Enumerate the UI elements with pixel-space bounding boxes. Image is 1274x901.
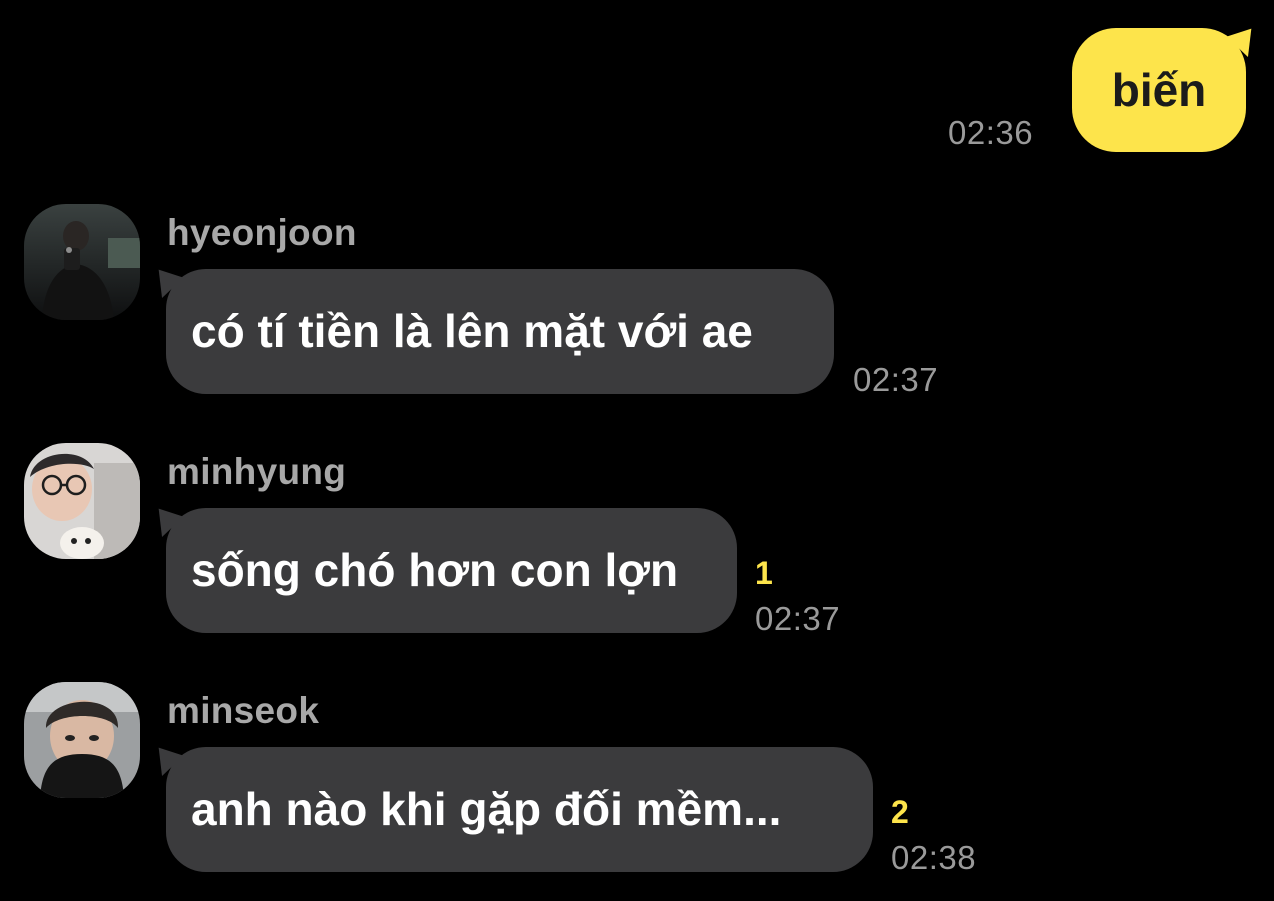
incoming-message-bubble[interactable]: có tí tiền là lên mặt với ae (150, 269, 834, 394)
avatar-photo-icon (24, 682, 140, 798)
avatar-photo-icon (24, 204, 140, 320)
sender-avatar[interactable] (24, 204, 140, 320)
sender-name: minhyung (167, 451, 347, 492)
chat-message-list[interactable]: biến 02:36 hyeonjoon có tí tiền là lên m… (0, 0, 1274, 901)
message-timestamp: 02:37 (853, 361, 939, 398)
sender-avatar[interactable] (24, 682, 140, 798)
message-text: có tí tiền là lên mặt với ae (191, 305, 753, 357)
unread-count-badge: 2 (891, 794, 909, 830)
message-text: biến (1111, 64, 1207, 116)
bubble-tail (150, 508, 184, 542)
bubble-tail (1226, 28, 1260, 62)
incoming-message-bubble[interactable]: sống chó hơn con lợn (150, 508, 737, 633)
message-text: anh nào khi gặp đối mềm... (191, 783, 782, 835)
message-timestamp: 02:37 (755, 600, 841, 637)
sender-name: hyeonjoon (167, 212, 357, 253)
unread-count-badge: 1 (755, 555, 773, 591)
sender-name: minseok (167, 690, 320, 731)
message-text: sống chó hơn con lợn (191, 544, 679, 596)
bubble-tail (150, 269, 184, 303)
incoming-message-bubble[interactable]: anh nào khi gặp đối mềm... (150, 747, 873, 872)
message-timestamp: 02:38 (891, 839, 977, 876)
outgoing-message-bubble[interactable]: biến (1072, 28, 1260, 152)
sender-avatar[interactable] (24, 443, 140, 559)
avatar-photo-icon (24, 443, 140, 559)
message-timestamp: 02:36 (948, 114, 1034, 151)
bubble-tail (150, 747, 184, 781)
